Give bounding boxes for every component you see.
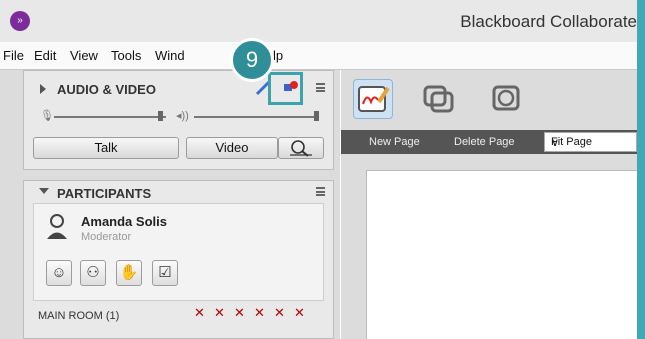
teal-edge xyxy=(637,0,645,339)
chat-off-icon: ✕ xyxy=(234,305,245,320)
menu-tools[interactable]: Tools xyxy=(111,48,141,63)
menu-help[interactable]: lp xyxy=(273,48,283,63)
chevron-down-icon: ∨ xyxy=(551,137,560,149)
expand-caret-icon[interactable] xyxy=(39,188,49,194)
participant-name: Amanda Solis xyxy=(81,214,167,229)
audio-video-title: AUDIO & VIDEO xyxy=(57,82,156,97)
speaker-level-knob[interactable] xyxy=(314,111,319,121)
room-name: MAIN ROOM xyxy=(38,310,103,322)
application-share-button[interactable] xyxy=(419,79,459,119)
app-share-off-icon: ✕ xyxy=(274,305,285,320)
web-tour-off-icon: ✕ xyxy=(294,305,305,320)
whiteboard-canvas[interactable] xyxy=(366,170,637,339)
menu-edit[interactable]: Edit xyxy=(34,48,56,63)
title-bar: » Blackboard Collaborate xyxy=(0,0,637,42)
room-count: (1) xyxy=(105,310,120,322)
left-panel: AUDIO & VIDEO 🎙 ◂)) Talk Video PARTICIPA… xyxy=(0,70,340,339)
profile-button[interactable]: ⚇ xyxy=(80,260,106,286)
poll-response-button[interactable]: ☑ xyxy=(152,260,178,286)
video-preview-button[interactable] xyxy=(278,137,324,159)
whiteboard-tool-button[interactable] xyxy=(353,79,393,119)
emoticon-button[interactable]: ☺ xyxy=(46,260,72,286)
zoom-select[interactable]: Fit Page ∨ xyxy=(544,132,637,152)
participant-role: Moderator xyxy=(81,231,132,243)
whiteboard-icon xyxy=(358,86,390,112)
whiteboard-toolbar: New Page Delete Page Fit Page ∨ xyxy=(341,130,637,154)
mic-level-knob[interactable] xyxy=(158,111,163,121)
whiteboard-off-icon: ✕ xyxy=(254,305,265,320)
mic-off-icon: ✕ xyxy=(214,305,225,320)
video-button[interactable]: Video xyxy=(186,137,278,159)
participants-panel: PARTICIPANTS Amanda Solis Moderator ☺ ⚇ … xyxy=(23,180,334,339)
mic-level-track[interactable] xyxy=(54,116,166,118)
user-avatar-icon xyxy=(47,214,67,239)
web-tour-icon xyxy=(492,85,520,111)
talk-button[interactable]: Talk xyxy=(33,137,179,159)
participants-title: PARTICIPANTS xyxy=(57,186,152,201)
menu-file[interactable]: File xyxy=(3,48,24,63)
web-tour-button[interactable] xyxy=(487,79,527,119)
collapse-caret-icon[interactable] xyxy=(40,84,46,94)
panel-menu-icon[interactable] xyxy=(316,83,325,92)
raise-hand-button[interactable]: ✋ xyxy=(116,260,142,286)
callout-number-badge: 9 xyxy=(230,38,274,82)
menu-bar: File Edit View Tools Wind lp xyxy=(0,42,637,70)
main-room-label[interactable]: MAIN ROOM (1) xyxy=(38,310,119,322)
video-off-icon: ✕ xyxy=(194,305,205,320)
content-workspace: New Page Delete Page Fit Page ∨ xyxy=(341,70,637,339)
participant-card[interactable]: Amanda Solis Moderator ☺ ⚇ ✋ ☑ xyxy=(33,203,324,301)
new-page-button[interactable]: New Page xyxy=(369,136,420,148)
participants-menu-icon[interactable] xyxy=(316,187,325,196)
speaker-icon: ◂)) xyxy=(176,110,189,122)
menu-view[interactable]: View xyxy=(70,48,98,63)
app-logo-icon: » xyxy=(10,11,30,31)
magnify-person-icon xyxy=(290,140,312,157)
menu-window[interactable]: Wind xyxy=(155,48,185,63)
callout-highlight-box xyxy=(268,72,303,105)
speaker-level-track[interactable] xyxy=(194,116,318,118)
app-share-icon xyxy=(423,85,454,113)
microphone-icon: 🎙 xyxy=(40,110,54,122)
window-title: Blackboard Collaborate xyxy=(460,12,637,31)
delete-page-button[interactable]: Delete Page xyxy=(454,136,515,148)
